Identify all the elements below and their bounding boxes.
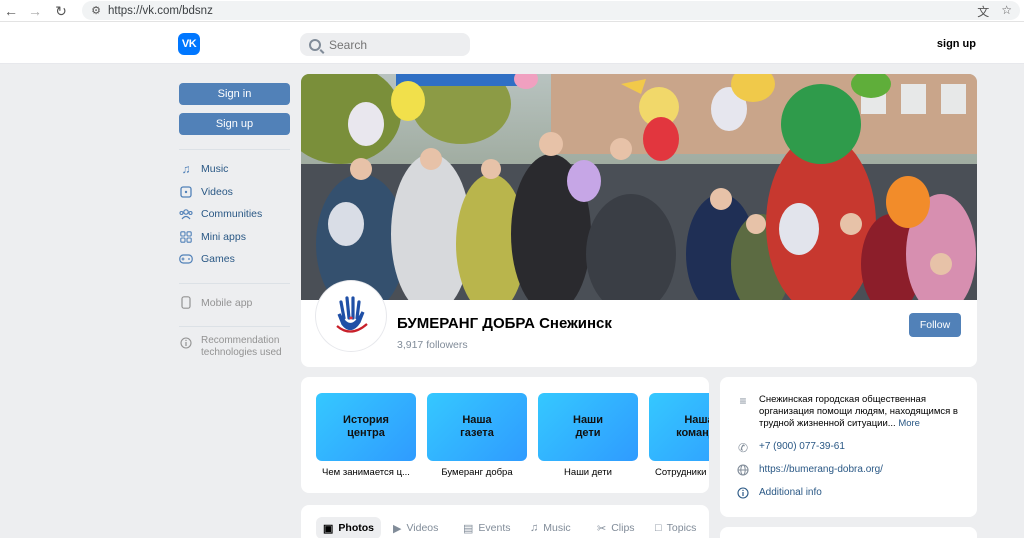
tab-label: Topics	[666, 522, 697, 534]
website-link[interactable]: https://bumerang-dobra.org/	[759, 464, 883, 475]
sidebar-item-label: Mobile app	[201, 296, 253, 309]
sidebar-item-mini-apps[interactable]: Mini apps	[179, 226, 291, 249]
boomerang-logo-icon	[324, 289, 378, 343]
sidebar-divider	[179, 149, 290, 150]
tab-events[interactable]: ▤ Events	[463, 517, 511, 538]
community-avatar[interactable]	[316, 281, 386, 351]
search-icon	[309, 38, 321, 51]
follow-button[interactable]: Follow	[909, 313, 961, 337]
tab-label: Clips	[611, 522, 635, 534]
mini-apps-icon	[179, 230, 193, 244]
communities-icon	[179, 207, 193, 221]
site-header: VK sign up	[0, 22, 1024, 64]
vk-logo[interactable]: VK	[178, 33, 200, 55]
followers-count[interactable]: 3,917 followers	[397, 339, 468, 351]
tab-label: Photos	[338, 522, 374, 534]
sidebar-item-label: Games	[201, 253, 235, 266]
description-row: ≡ Снежинская городская общественная орга…	[736, 394, 969, 430]
sign-in-button[interactable]: Sign in	[179, 83, 290, 105]
additional-info-link[interactable]: Additional info	[759, 487, 822, 498]
music-icon: ♫	[530, 522, 539, 534]
recommendation-info[interactable]: Recommendation technologies used	[179, 335, 291, 359]
info-icon	[179, 336, 193, 350]
phone-row: ✆ +7 (900) 077-39-61	[736, 441, 845, 455]
links-tiles-card: История центра Чем занимается ц... Наша …	[301, 377, 709, 493]
sidebar-divider	[179, 282, 290, 284]
header-signup-link[interactable]: sign up	[937, 38, 976, 50]
sidebar-item-label: Videos	[201, 185, 233, 198]
tile-title: Наши дети	[573, 414, 603, 439]
tile-history[interactable]: История центра	[316, 393, 416, 461]
sidebar-item-communities[interactable]: Communities	[179, 203, 291, 226]
cover-photo	[301, 74, 977, 300]
tile-caption[interactable]: Наши дети	[538, 467, 638, 478]
search-box[interactable]	[300, 33, 470, 56]
globe-icon	[736, 464, 750, 479]
sidebar-item-mobile-app[interactable]: Mobile app	[179, 292, 291, 315]
tab-label: Events	[478, 522, 511, 534]
community-info-card: ≡ Снежинская городская общественная орга…	[720, 377, 977, 517]
translate-icon[interactable]: 文	[977, 3, 989, 20]
left-sidebar: Sign in Sign up ♫ Music Videos Communiti…	[179, 83, 291, 359]
tab-label: Videos	[406, 522, 439, 534]
comment-icon: □	[655, 522, 662, 534]
description-text: Снежинская городская общественная органи…	[759, 394, 958, 429]
search-input[interactable]	[329, 37, 459, 52]
tab-photos[interactable]: ▣ Photos	[316, 517, 381, 538]
tile-title: История центра	[343, 414, 389, 439]
website-row: https://bumerang-dobra.org/	[736, 464, 883, 479]
tile-title: Наша газета	[460, 414, 494, 439]
sidebar-divider	[179, 326, 290, 327]
more-link[interactable]: More	[898, 418, 920, 429]
additional-info-row: Additional info	[736, 487, 822, 502]
tile-title: Наша команда	[676, 414, 709, 439]
media-tabs-card: ▣ Photos ▶ Videos ▤ Events ♫ Music ✂ Cli…	[301, 505, 709, 538]
tile-newspaper[interactable]: Наша газета	[427, 393, 527, 461]
recommendation-label: Recommendation technologies used	[201, 335, 282, 358]
phone-link[interactable]: +7 (900) 077-39-61	[759, 441, 845, 452]
sidebar-item-games[interactable]: Games	[179, 248, 291, 271]
secondary-card	[720, 527, 977, 538]
sidebar-item-label: Mini apps	[201, 230, 246, 243]
photo-icon: ▣	[323, 522, 334, 535]
tile-caption[interactable]: Чем занимается ц...	[316, 467, 416, 478]
community-name: БУМЕРАНГ ДОБРА Снежинск	[397, 315, 612, 332]
smartphone-icon	[179, 296, 193, 310]
site-settings-icon[interactable]: ⚙	[86, 4, 106, 17]
phone-icon: ✆	[737, 441, 749, 455]
video-icon: ▶	[393, 522, 402, 535]
back-icon[interactable]: ←	[0, 0, 22, 22]
sidebar-item-label: Communities	[201, 208, 263, 221]
sidebar-item-videos[interactable]: Videos	[179, 181, 291, 204]
tab-label: Music	[543, 522, 571, 534]
clips-icon: ✂	[597, 522, 607, 535]
url-text: https://vk.com/bdsnz	[108, 4, 213, 17]
video-icon	[179, 185, 193, 199]
description-icon: ≡	[739, 394, 747, 408]
bookmark-star-icon[interactable]: ☆	[1001, 3, 1012, 20]
browser-toolbar: ← → ↻ ⚙ https://vk.com/bdsnz 文 ☆	[0, 0, 1024, 22]
tab-topics[interactable]: □ Topics	[655, 517, 696, 538]
music-icon: ♫	[181, 162, 191, 177]
tab-videos[interactable]: ▶ Videos	[393, 517, 438, 538]
calendar-icon: ▤	[463, 522, 474, 535]
gamepad-icon	[179, 252, 193, 266]
community-header-card: БУМЕРАНГ ДОБРА Снежинск 3,917 followers …	[301, 74, 977, 367]
sidebar-item-label: Music	[201, 163, 229, 176]
tile-children[interactable]: Наши дети	[538, 393, 638, 461]
forward-icon[interactable]: →	[24, 0, 46, 22]
info-icon	[736, 487, 750, 502]
reload-icon[interactable]: ↻	[50, 0, 72, 22]
sidebar-item-music[interactable]: ♫ Music	[179, 158, 291, 181]
sign-up-button[interactable]: Sign up	[179, 113, 290, 135]
tile-caption[interactable]: Бумеранг добра	[427, 467, 527, 478]
tab-music[interactable]: ♫ Music	[530, 517, 571, 538]
address-bar[interactable]: ⚙ https://vk.com/bdsnz 文 ☆	[82, 1, 1020, 20]
tile-caption[interactable]: Сотрудники	[649, 467, 709, 478]
tab-clips[interactable]: ✂ Clips	[597, 517, 635, 538]
tile-team[interactable]: Наша команда	[649, 393, 709, 461]
